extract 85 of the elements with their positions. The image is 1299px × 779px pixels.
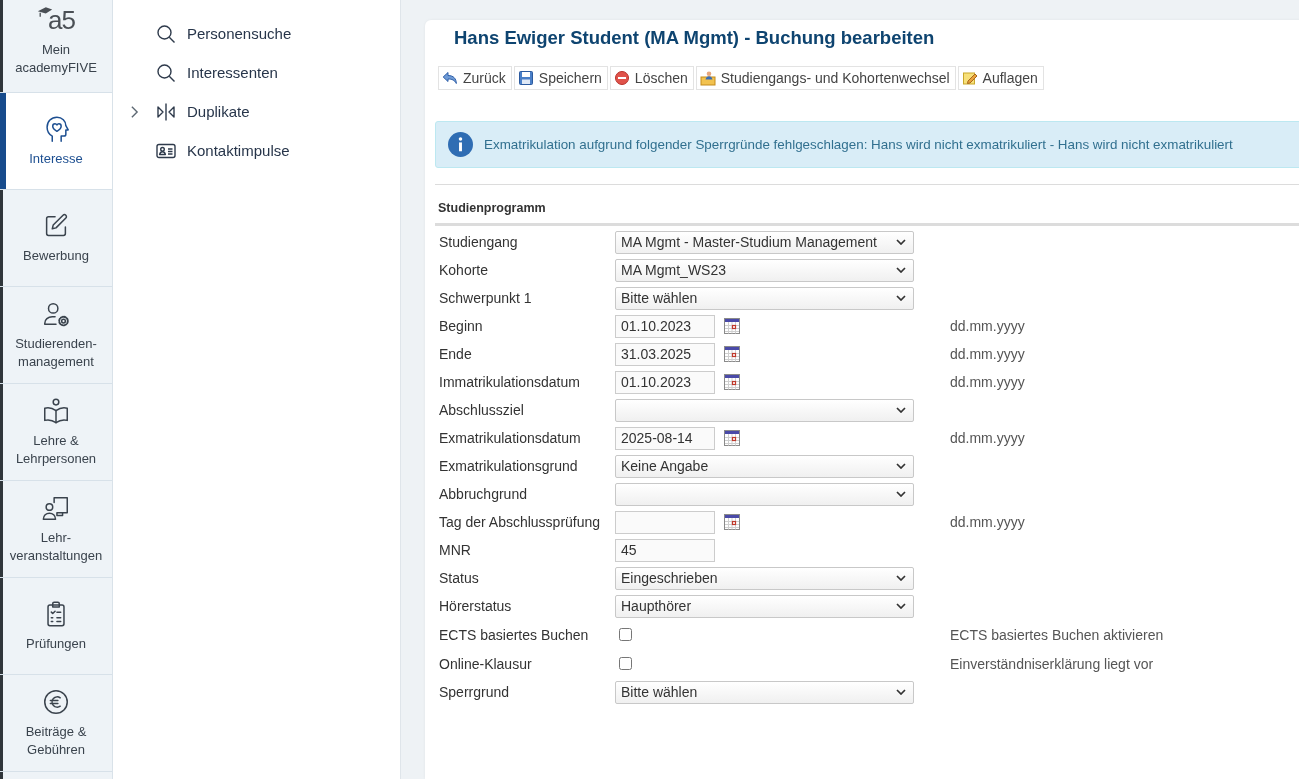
field-label: MNR — [439, 542, 472, 558]
field-label: Kohorte — [439, 262, 490, 278]
toolbar-button[interactable]: Speichern — [513, 66, 608, 90]
dropdown[interactable]: Eingeschrieben — [615, 566, 914, 590]
page-title: Hans Ewiger Student (MA Mgmt) - Buchung bearbeiten — [454, 26, 936, 49]
dropdown[interactable]: Bitte wählen — [615, 680, 914, 704]
format-hint: dd.mm.yyyy — [950, 346, 1026, 362]
sidebar-item[interactable]: Lehr-veranstaltungen — [0, 481, 112, 578]
dropdown[interactable]: MA Mgmt_WS23 — [615, 258, 914, 282]
field-label: Immatrikulationsdatum — [439, 374, 581, 390]
chevron-down-icon — [896, 603, 906, 609]
back-arrow-icon — [442, 70, 458, 86]
field-label: Schwerpunkt 1 — [439, 290, 533, 306]
mirror-triangles-icon — [156, 101, 176, 122]
nav-item[interactable]: Interessenten — [113, 53, 400, 92]
field-label: ECTS basiertes Buchen — [439, 626, 590, 643]
date-field[interactable]: 2025-08-14 — [615, 426, 715, 450]
euro-coin-icon — [41, 687, 71, 717]
date-field[interactable] — [615, 510, 715, 534]
chevron-down-icon — [896, 239, 906, 245]
chevron-down-icon — [896, 463, 906, 469]
info-icon — [448, 132, 473, 157]
nav-item[interactable]: Personensuche — [113, 14, 400, 53]
calendar-icon[interactable] — [724, 318, 740, 334]
calendar-icon[interactable] — [724, 430, 740, 446]
field-label: Ende — [439, 346, 473, 362]
chevron-down-icon — [896, 575, 906, 581]
sidebar-item[interactable]: Bewerbung — [0, 190, 112, 287]
chevron-down-icon — [896, 689, 906, 695]
field-label: Studiengang — [439, 234, 519, 250]
dropdown[interactable]: MA Mgmt - Master-Studium Management — [615, 230, 914, 254]
search-icon — [156, 23, 176, 44]
toolbar-button[interactable]: Auflagen — [957, 66, 1044, 90]
sidebar-item[interactable]: Studierenden-management — [0, 287, 112, 384]
toolbar-button[interactable]: Löschen — [609, 66, 694, 90]
field-label: Exmatrikulationsdatum — [439, 430, 582, 446]
chevron-down-icon — [896, 491, 906, 497]
dropdown[interactable]: Haupthörer — [615, 594, 914, 618]
input-field[interactable]: 45 — [615, 538, 715, 562]
date-field[interactable]: 01.10.2023 — [615, 370, 715, 394]
field-label: Hörerstatus — [439, 598, 513, 614]
note-pencil-icon — [961, 70, 978, 86]
minus-circle-icon — [613, 70, 630, 86]
logo: a5 — [37, 5, 75, 35]
calendar-icon[interactable] — [724, 346, 740, 362]
field-label: Sperrgrund — [439, 684, 511, 700]
chevron-down-icon — [896, 295, 906, 301]
format-hint: dd.mm.yyyy — [950, 430, 1026, 446]
calendar-icon[interactable] — [724, 514, 740, 530]
checkbox[interactable] — [619, 628, 632, 641]
toolbar-button[interactable]: Studiengangs- und Kohortenwechsel — [695, 66, 956, 90]
person-book-icon — [41, 396, 71, 426]
field-label: Beginn — [439, 318, 484, 334]
format-hint: dd.mm.yyyy — [950, 514, 1026, 530]
search-icon — [156, 62, 176, 83]
field-label: Status — [439, 570, 480, 586]
nav-item[interactable]: Duplikate — [113, 92, 400, 131]
field-label: Online-Klausur — [439, 655, 533, 672]
nav-item[interactable]: Kontaktimpulse — [113, 131, 400, 170]
chevron-down-icon — [896, 407, 906, 413]
checkbox-description: ECTS basiertes Buchen aktivieren — [950, 626, 1165, 643]
field-label: Tag der Abschlussprüfung — [439, 514, 602, 530]
format-hint: dd.mm.yyyy — [950, 318, 1026, 334]
field-label: Exmatrikulationsgrund — [439, 458, 579, 474]
checkbox-description: Einverständniserklärung liegt vor — [950, 655, 1155, 672]
sidebar-item[interactable]: Prüfungen — [0, 578, 112, 675]
dropdown[interactable]: Bitte wählen — [615, 286, 914, 310]
sidebar-item[interactable]: Lehre & Lehrpersonen — [0, 384, 112, 481]
date-field[interactable]: 31.03.2025 — [615, 342, 715, 366]
checkbox[interactable] — [619, 657, 632, 670]
person-folder-icon — [699, 70, 716, 86]
dropdown[interactable]: Keine Angabe — [615, 454, 914, 478]
format-hint: dd.mm.yyyy — [950, 374, 1026, 390]
sidebar-item[interactable]: Interesse — [0, 93, 112, 190]
sidebar-item[interactable]: a5 Mein academyFIVE — [0, 0, 112, 93]
chevron-right-icon[interactable] — [130, 104, 139, 119]
calendar-icon[interactable] — [724, 374, 740, 390]
sidebar-item[interactable]: Beiträge & Gebühren — [0, 675, 112, 772]
chevron-down-icon — [896, 267, 906, 273]
field-label: Abbruchgrund — [439, 486, 528, 502]
toolbar-button[interactable]: Zurück — [438, 66, 512, 90]
field-label: Abschlussziel — [439, 402, 525, 418]
info-message: Exmatrikulation aufgrund folgender Sperrgründe fehlgeschlagen: Hans wird nicht exmatrikuliert - Hans wird nicht exmatrikuliert — [484, 137, 1233, 152]
date-field[interactable]: 01.10.2023 — [615, 314, 715, 338]
section-title: Studienprogramm — [438, 201, 546, 215]
